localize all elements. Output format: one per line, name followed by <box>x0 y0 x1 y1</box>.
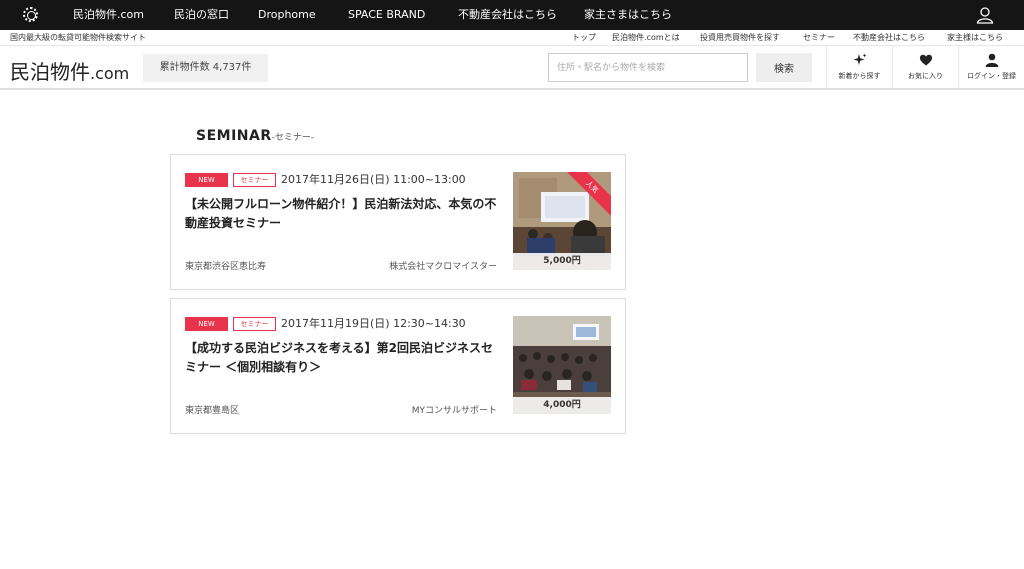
sublink-investment[interactable]: 投資用売買物件を探す <box>700 32 780 43</box>
topnav-item-minpaku-bukken[interactable]: 民泊物件.com <box>73 0 144 30</box>
topnav-item-realestate[interactable]: 不動産会社はこちら <box>458 0 557 30</box>
favorites-button[interactable]: お気に入り <box>892 46 958 88</box>
seminar-thumbnail[interactable]: 4,000円 <box>513 316 611 414</box>
topnav-item-minpaku-madoguchi[interactable]: 民泊の窓口 <box>174 0 229 30</box>
seminar-date: 2017年11月26日(日) 11:00~13:00 <box>281 173 466 186</box>
seminar-title[interactable]: 【未公開フルローン物件紹介！】民泊新法対応、本気の不動産投資セミナー <box>185 195 503 233</box>
site-tagline: 国内最大級の転貸可能物件検索サイト <box>10 33 146 42</box>
property-count: 累計物件数 4,737件 <box>143 54 268 82</box>
category-badge: セミナー <box>233 317 276 331</box>
seminar-location: 東京都豊島区 <box>185 406 240 416</box>
seminar-organizer: MYコンサルサポート <box>411 406 497 416</box>
user-account-icon[interactable] <box>976 6 994 24</box>
seminar-organizer: 株式会社マクロマイスター <box>389 262 497 272</box>
new-badge: NEW <box>185 317 228 331</box>
logo-suffix-text: .com <box>90 64 130 83</box>
sublink-owners[interactable]: 家主様はこちら <box>947 32 1003 43</box>
seminar-date: 2017年11月19日(日) 12:30~14:30 <box>281 317 466 330</box>
favorites-label: お気に入り <box>908 72 943 80</box>
sublink-top[interactable]: トップ <box>572 32 596 43</box>
new-listings-button[interactable]: 新着から探す <box>826 46 892 88</box>
brand-ring-icon[interactable] <box>23 7 38 22</box>
search-input[interactable] <box>548 53 748 82</box>
top-navbar: 民泊物件.com 民泊の窓口 Drophome SPACE BRAND 不動産会… <box>0 0 1024 30</box>
sublink-seminar[interactable]: セミナー <box>803 32 835 43</box>
category-badge: セミナー <box>233 173 276 187</box>
seminar-card[interactable]: NEW セミナー 2017年11月19日(日) 12:30~14:30 【成功す… <box>170 298 626 434</box>
topnav-item-drophome[interactable]: Drophome <box>258 0 316 30</box>
person-icon <box>985 53 998 67</box>
topnav-item-space-brand[interactable]: SPACE BRAND <box>348 0 425 30</box>
sublink-realestate[interactable]: 不動産会社はこちら <box>853 32 925 43</box>
sublink-about[interactable]: 民泊物件.comとは <box>612 32 680 43</box>
seminar-price: 4,000円 <box>513 397 611 414</box>
heart-icon <box>919 54 932 66</box>
seminar-card[interactable]: NEW セミナー 2017年11月26日(日) 11:00~13:00 【未公開… <box>170 154 626 290</box>
seminar-thumbnail[interactable]: 人気 5,000円 <box>513 172 611 270</box>
seminar-title[interactable]: 【成功する民泊ビジネスを考える】第2回民泊ビジネスセミナー ＜個別相談有り＞ <box>185 339 503 377</box>
login-register-button[interactable]: ログイン・登録 <box>958 46 1024 88</box>
seminar-location: 東京都渋谷区恵比寿 <box>185 262 267 272</box>
new-badge: NEW <box>185 173 228 187</box>
seminar-price: 5,000円 <box>513 253 611 270</box>
logo-main-text: 民泊物件 <box>10 60 90 84</box>
topnav-item-owners[interactable]: 家主さまはこちら <box>584 0 672 30</box>
new-listings-label: 新着から探す <box>838 72 881 80</box>
site-header: 民泊物件.com 累計物件数 4,737件 検索 新着から探す お気に入り ログ… <box>0 46 1024 90</box>
login-register-label: ログイン・登録 <box>967 72 1016 80</box>
site-logo[interactable]: 民泊物件.com <box>10 56 129 85</box>
section-title: SEMINAR-セミナー- <box>196 128 314 144</box>
search-button[interactable]: 検索 <box>756 53 812 82</box>
sparkle-icon <box>853 53 866 65</box>
section-title-sub: -セミナー- <box>271 133 315 143</box>
section-title-main: SEMINAR <box>196 128 272 144</box>
sub-navbar: 国内最大級の転貸可能物件検索サイト トップ 民泊物件.comとは 投資用売買物件… <box>0 30 1024 46</box>
